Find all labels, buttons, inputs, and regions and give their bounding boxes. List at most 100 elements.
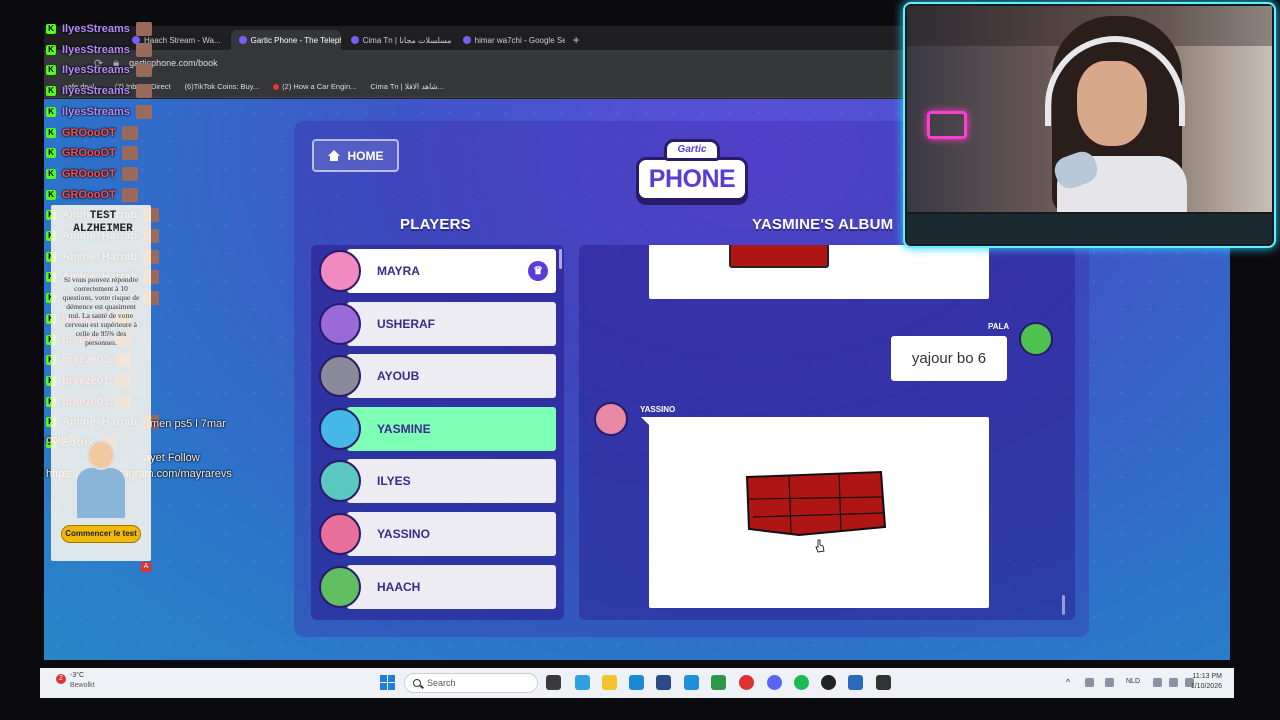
previous-drawing bbox=[649, 245, 989, 299]
home-button[interactable]: HOME bbox=[312, 139, 399, 172]
browser-tab[interactable]: Cima Tn | مسلسلات مجانا bbox=[343, 30, 453, 50]
players-list[interactable]: MAYRA ♛ USHERAF AYOUB YASMINE ILYES YASSINO HAA… bbox=[311, 245, 564, 620]
home-label: HOME bbox=[347, 148, 384, 163]
kick-badge-icon: K bbox=[46, 86, 56, 97]
speech-tail bbox=[641, 417, 651, 427]
kick-badge-icon: K bbox=[46, 189, 56, 200]
browser-tab[interactable]: himar wa7chi - Google Se... bbox=[455, 30, 565, 50]
tab-label: Cima Tn | مسلسلات مجانا bbox=[362, 35, 452, 45]
opera-icon[interactable] bbox=[739, 675, 754, 690]
chat-username: GROooOT bbox=[62, 188, 116, 201]
copilot-icon[interactable] bbox=[575, 675, 590, 690]
chat-emote-icon bbox=[121, 125, 138, 140]
drawing-author-avatar bbox=[594, 402, 628, 436]
player-row[interactable]: HAACH bbox=[319, 564, 556, 609]
webcam-feed bbox=[907, 6, 1272, 212]
tray-language[interactable]: NLD bbox=[1126, 678, 1140, 685]
chat-emote-icon bbox=[121, 187, 138, 202]
ad-choices-icon[interactable]: A bbox=[141, 562, 151, 572]
webcam-overlay bbox=[903, 2, 1276, 248]
taskbar-search[interactable]: Search bbox=[404, 673, 538, 693]
tray-wifi-icon[interactable] bbox=[1153, 678, 1162, 687]
ad-title: TEST ALZHEIMER bbox=[73, 210, 133, 235]
tray-overflow-icon[interactable]: ^ bbox=[1066, 677, 1070, 687]
bookmark-item[interactable]: (2) How a Car Engin... bbox=[273, 82, 356, 91]
file-explorer-icon[interactable] bbox=[602, 675, 617, 690]
chat-username: IlyesStreams bbox=[62, 43, 130, 56]
outlook-icon[interactable] bbox=[684, 675, 699, 690]
chat-emote-icon bbox=[121, 146, 138, 161]
tab-favicon-icon bbox=[350, 36, 359, 44]
media-player-icon[interactable] bbox=[876, 675, 891, 690]
chat-line: K GROooOT bbox=[46, 187, 138, 202]
chat-username: GROooOT bbox=[62, 147, 116, 160]
chat-emote-icon bbox=[121, 166, 138, 181]
chat-emote-icon bbox=[135, 63, 152, 78]
bookmark-label: Cima Tn | شاهد الافلا... bbox=[370, 82, 444, 91]
guess-bubble: yajour bo 6 bbox=[891, 336, 1007, 381]
chat-line: K IlyesStreams bbox=[46, 63, 152, 78]
chat-line: K GROooOT bbox=[46, 166, 138, 181]
steam-icon[interactable] bbox=[848, 675, 863, 690]
cam-neon-light bbox=[927, 111, 967, 139]
ad-start-test-button[interactable]: Commencer le test bbox=[61, 525, 141, 543]
player-row[interactable]: YASSINO bbox=[319, 511, 556, 556]
ad-person-image bbox=[73, 440, 129, 518]
spotify-icon[interactable] bbox=[794, 675, 809, 690]
drawing-stroke bbox=[729, 245, 829, 268]
chat-username: IlyesStreams bbox=[62, 23, 130, 35]
search-icon bbox=[413, 679, 421, 687]
chat-username: IlyesStreams bbox=[62, 105, 130, 118]
drawing-sketch bbox=[745, 470, 887, 537]
clock-time: 11:13 PM bbox=[1192, 673, 1222, 680]
search-placeholder: Search bbox=[427, 678, 456, 688]
store-icon[interactable] bbox=[656, 675, 671, 690]
webcam-frame-bar bbox=[907, 214, 1272, 244]
screen: Haach Stream - Wa... Gartic Phone - The … bbox=[0, 0, 1280, 720]
tab-label: himar wa7chi - Google Se... bbox=[474, 35, 565, 45]
ad-text: Si vous pouvez répondre correctement à 1… bbox=[62, 275, 140, 347]
hand-cursor-icon bbox=[815, 539, 825, 553]
bookmark-label: (2) How a Car Engin... bbox=[282, 82, 357, 91]
windows-taskbar: 2 -3°C Bewolkt Search ^ NLD 11:13 PM 1/1 bbox=[40, 668, 1234, 698]
chat-message: men ps5 l 7mar bbox=[150, 418, 226, 430]
player-name: ILYES bbox=[377, 474, 411, 489]
tray-clock[interactable]: 11:13 PM 1/10/2026 bbox=[1191, 672, 1222, 692]
drawing-author-name: YASSINO bbox=[640, 405, 676, 414]
album-scrollbar[interactable] bbox=[1062, 595, 1065, 615]
ad-person-body bbox=[77, 468, 125, 518]
tray-volume-icon[interactable] bbox=[1169, 678, 1178, 687]
player-avatar bbox=[319, 407, 361, 450]
player-row[interactable]: AYOUB bbox=[319, 354, 556, 399]
players-title: PLAYERS bbox=[400, 216, 471, 233]
app-icon[interactable] bbox=[711, 675, 726, 690]
chat-username: IlyesStreams bbox=[62, 64, 130, 77]
chat-emote-icon bbox=[135, 104, 152, 119]
obs-icon[interactable] bbox=[821, 675, 836, 690]
player-name: HAACH bbox=[377, 579, 421, 594]
players-scrollbar[interactable] bbox=[559, 249, 562, 269]
tray-network-icon[interactable] bbox=[1085, 678, 1094, 687]
kick-badge-icon: K bbox=[46, 24, 56, 34]
discord-icon[interactable] bbox=[767, 675, 782, 690]
task-view-icon[interactable] bbox=[546, 675, 561, 690]
start-button[interactable] bbox=[380, 675, 395, 690]
kick-badge-icon: K bbox=[46, 168, 56, 179]
edge-icon[interactable] bbox=[629, 675, 644, 690]
chat-line: K IlyesStreams bbox=[46, 42, 152, 57]
weather-widget[interactable]: 2 -3°C Bewolkt bbox=[56, 672, 106, 694]
player-name: AYOUB bbox=[377, 369, 420, 384]
player-avatar bbox=[319, 302, 361, 345]
album-panel[interactable]: PALA yajour bo 6 YASSINO bbox=[579, 245, 1075, 620]
player-row[interactable]: USHERAF bbox=[319, 301, 556, 346]
new-tab-button[interactable]: + bbox=[567, 30, 586, 50]
player-name: MAYRA bbox=[377, 264, 420, 278]
player-row[interactable]: ILYES bbox=[319, 459, 556, 504]
chat-line: K IlyesStreams bbox=[46, 104, 152, 119]
player-row[interactable]: MAYRA ♛ bbox=[319, 249, 556, 293]
player-row[interactable]: YASMINE bbox=[319, 406, 556, 451]
chat-emote-icon bbox=[135, 84, 152, 99]
ad-overlay[interactable]: TEST ALZHEIMER Si vous pouvez répondre c… bbox=[51, 205, 151, 561]
tray-mic-icon[interactable] bbox=[1105, 678, 1114, 687]
bookmark-item[interactable]: Cima Tn | شاهد الافلا... bbox=[370, 82, 444, 91]
